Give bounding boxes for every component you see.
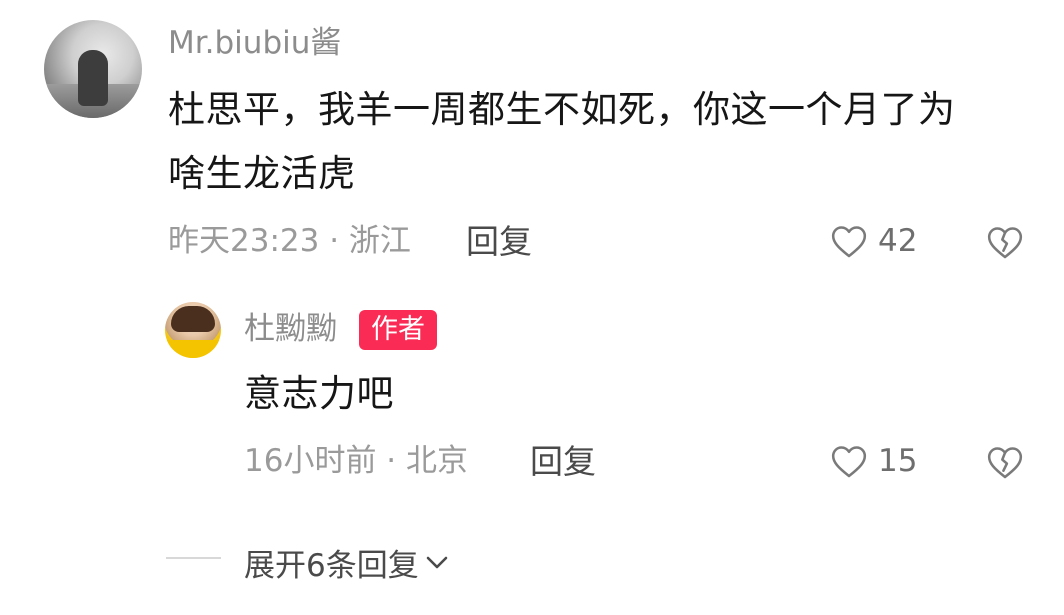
- broken-heart-icon: [986, 224, 1024, 260]
- comment-meta: 昨天23:23 · 浙江: [168, 223, 411, 259]
- expand-replies-button[interactable]: 展开6条回复: [244, 540, 449, 585]
- expand-divider: [166, 557, 221, 559]
- comment-like-button[interactable]: 42: [830, 223, 917, 259]
- heart-outline-icon: [830, 223, 868, 259]
- comment-reply-button[interactable]: 回复: [466, 225, 532, 258]
- reply-username[interactable]: 杜黝黝: [244, 314, 337, 345]
- comment-text-line-2: 啥生龙活虎: [168, 152, 356, 195]
- reply-reply-button[interactable]: 回复: [530, 445, 596, 478]
- author-badge: 作者: [359, 310, 437, 350]
- reply-text: 意志力吧: [244, 372, 394, 415]
- reply-dislike-button[interactable]: [986, 444, 1024, 480]
- broken-heart-icon: [986, 444, 1024, 480]
- commenter-avatar[interactable]: [44, 20, 142, 118]
- reply-like-button[interactable]: 15: [830, 443, 917, 479]
- comment-like-count: 42: [878, 222, 918, 259]
- comment-text-line-1: 杜思平，我羊一周都生不如死，你这一个月了为: [168, 88, 956, 131]
- comment-dislike-button[interactable]: [986, 224, 1024, 260]
- heart-outline-icon: [830, 443, 868, 479]
- expand-replies-label: 展开6条回复: [244, 548, 419, 584]
- reply-author-avatar[interactable]: [165, 302, 221, 358]
- reply-meta: 16小时前 · 北京: [244, 443, 469, 479]
- avatar-hair: [171, 306, 215, 332]
- reply-like-count: 15: [878, 442, 918, 479]
- avatar-figure: [78, 50, 108, 106]
- commenter-username[interactable]: Mr.biubiu酱: [168, 28, 341, 59]
- avatar-shirt: [165, 340, 221, 358]
- chevron-down-icon: [425, 555, 449, 571]
